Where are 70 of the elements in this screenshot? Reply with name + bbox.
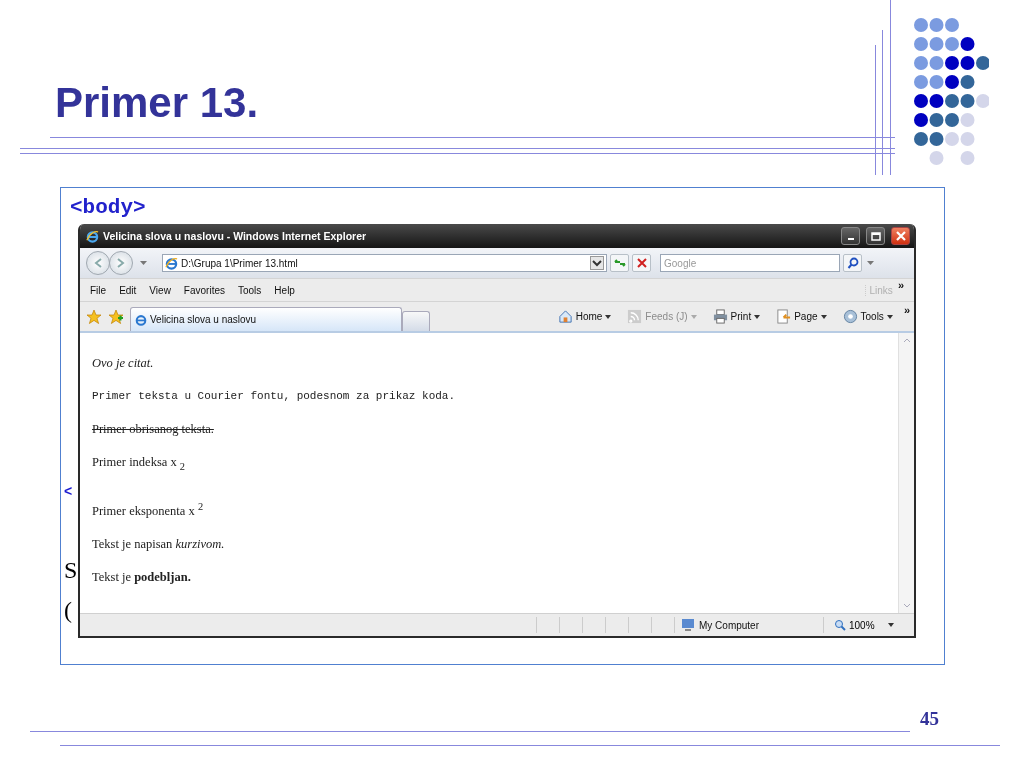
chevron[interactable]: » bbox=[903, 304, 910, 316]
printer-icon bbox=[712, 309, 728, 324]
new-tab-button[interactable] bbox=[402, 311, 430, 331]
stop-icon bbox=[636, 258, 647, 268]
page-text: Tekst je napisan kurzivom. bbox=[92, 535, 226, 552]
menu-item[interactable]: File bbox=[90, 284, 107, 296]
toolbar-button[interactable]: Home bbox=[552, 309, 617, 324]
computer-icon bbox=[681, 618, 695, 632]
page-text: Primer indeksa x $_{2}$ bbox=[92, 454, 187, 474]
search-button[interactable] bbox=[843, 254, 862, 272]
browser-tab[interactable]: Velicina slova u naslovu bbox=[130, 307, 402, 331]
caret-icon bbox=[820, 314, 827, 319]
magnifier-icon bbox=[834, 619, 846, 631]
menu-item[interactable]: Tools bbox=[238, 284, 262, 296]
page-icon bbox=[135, 313, 147, 326]
close-icon bbox=[895, 231, 906, 241]
dropdown-icon[interactable] bbox=[590, 256, 604, 270]
back-button[interactable] bbox=[86, 251, 110, 275]
minimize-button[interactable] bbox=[841, 227, 860, 245]
toolbar-button[interactable]: Page bbox=[771, 309, 832, 324]
page-number: 45 bbox=[920, 708, 939, 730]
scroll-down-icon[interactable] bbox=[902, 603, 911, 608]
maximize-icon bbox=[870, 231, 881, 241]
close-button[interactable] bbox=[891, 227, 910, 245]
add-star-icon[interactable] bbox=[108, 308, 124, 325]
slide-title: Primer 13. bbox=[55, 82, 259, 124]
page-text: Primer obrisanog teksta. bbox=[92, 421, 215, 437]
menu-item[interactable]: Edit bbox=[119, 284, 137, 296]
caret-icon[interactable] bbox=[140, 261, 147, 265]
caret-icon[interactable] bbox=[867, 261, 874, 265]
refresh-button[interactable] bbox=[610, 254, 629, 272]
stop-button[interactable] bbox=[632, 254, 651, 272]
star-icon[interactable] bbox=[86, 308, 102, 325]
window-title: Velicina slova u naslovu - Windows Internet Explorer bbox=[103, 230, 367, 242]
code-tag: <body> bbox=[70, 196, 146, 220]
scroll-up-icon[interactable] bbox=[902, 338, 911, 343]
browser-logo-icon bbox=[86, 229, 99, 243]
house-icon bbox=[557, 309, 573, 324]
partial-text: ( bbox=[64, 598, 72, 622]
menu-item[interactable]: Favorites bbox=[183, 284, 225, 296]
security-zone: My Computer bbox=[699, 619, 759, 631]
page-icon bbox=[165, 256, 178, 270]
refresh-icon bbox=[612, 257, 627, 269]
partial-text: < bbox=[64, 484, 73, 498]
scrollbar[interactable] bbox=[898, 333, 914, 613]
chevron[interactable]: » bbox=[897, 279, 904, 291]
toolbar-button[interactable]: Tools bbox=[837, 309, 898, 324]
menu-item[interactable]: Help bbox=[274, 284, 295, 296]
gear-icon bbox=[842, 309, 858, 324]
feed-icon bbox=[627, 309, 643, 324]
partial-text: S bbox=[64, 558, 78, 582]
page-text: Primer eksponenta x $^{2}$ bbox=[92, 499, 205, 519]
zoom-button[interactable]: 100% bbox=[824, 619, 894, 631]
caret-icon bbox=[887, 623, 894, 627]
page-icon bbox=[776, 309, 792, 324]
caret-icon bbox=[754, 314, 761, 319]
address-field[interactable]: D:\Grupa 1\Primer 13.html bbox=[162, 254, 607, 272]
maximize-button[interactable] bbox=[866, 227, 885, 245]
toolbar-button[interactable]: Print bbox=[707, 309, 766, 324]
search-field[interactable]: Google bbox=[660, 254, 840, 272]
page-text: Tekst je podebljan. bbox=[92, 568, 192, 585]
address-text: D:\Grupa 1\Primer 13.html bbox=[181, 257, 298, 269]
caret-icon bbox=[690, 314, 697, 319]
page-text: Primer teksta u Courier fontu, podesnom za prikaz koda. bbox=[92, 389, 457, 404]
forward-button[interactable] bbox=[109, 251, 133, 275]
search-icon bbox=[846, 257, 859, 269]
caret-icon bbox=[886, 314, 893, 319]
caret-icon bbox=[605, 314, 612, 319]
menu-item[interactable]: View bbox=[149, 284, 171, 296]
page-text: Ovo je citat. bbox=[92, 355, 155, 371]
